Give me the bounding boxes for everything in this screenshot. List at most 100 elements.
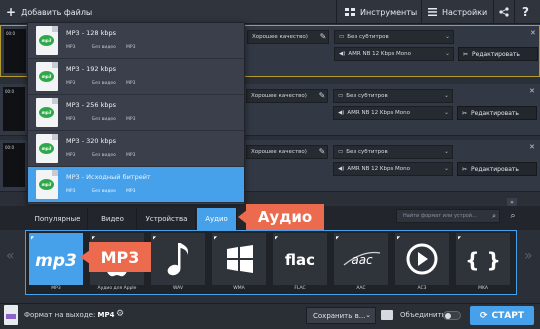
save-to-button[interactable]: Сохранить в... ⌄ (306, 307, 376, 324)
format-search-input[interactable]: Найти формат или устрой... ⌕ (396, 209, 500, 223)
chevron-down-icon: ⌄ (443, 148, 449, 155)
preset-video: Без видео (92, 117, 116, 122)
subtitles-icon: ▭ (338, 93, 344, 99)
edit-label: Редактировать (472, 50, 520, 58)
format-flac[interactable]: ◤ flac (273, 233, 327, 285)
subtitles-select[interactable]: ▭ Без субтитров ⌄ (333, 89, 453, 103)
preset-audio: MP3 (126, 153, 136, 158)
preset-title: MP3 - 192 kbps (66, 65, 117, 73)
preset-audio: MP3 (126, 117, 136, 122)
chevron-down-icon: ⌄ (444, 33, 450, 40)
edit-label: Редактировать (471, 109, 519, 117)
edit-button[interactable]: ✂ Редактировать (458, 47, 538, 61)
format-mp3[interactable]: ◤ mp3 (29, 233, 83, 285)
quality-value: Хорошее качество) (251, 93, 307, 99)
preset-item[interactable]: mp3 MP3 - 256 kbps MP3 Без видео MP3 (28, 95, 244, 131)
mp3-file-icon: mp3 (36, 62, 58, 91)
scroll-right-icon[interactable]: » (524, 248, 533, 264)
share-icon (499, 7, 509, 17)
output-label: Формат на выходе: (24, 311, 96, 319)
close-icon[interactable]: ✕ (529, 87, 535, 95)
help-icon: ? (522, 5, 529, 19)
format-ac3[interactable]: ◤ (395, 233, 449, 285)
tab-audio[interactable]: Аудио (197, 208, 237, 230)
find-device-icon[interactable]: ⌕ (506, 209, 520, 223)
preset-item-selected[interactable]: mp3 MP3 - Исходный битрейт MP3 Без видео… (28, 167, 244, 203)
mp3-glyph-icon: mp3 (35, 251, 77, 271)
preset-audio: MP3 (126, 189, 136, 194)
merge-toggle[interactable] (443, 311, 461, 320)
corner-marker-icon: ◤ (31, 235, 35, 240)
pencil-icon[interactable]: ✎ (316, 89, 328, 101)
audio-callout: Аудио (246, 204, 324, 230)
tools-icon (345, 7, 355, 17)
preset-item[interactable]: mp3 MP3 - 192 kbps MP3 Без видео MP3 (28, 59, 244, 95)
start-button[interactable]: ⟳ СТАРТ (470, 306, 534, 325)
mp3-glyph: mp3 (35, 251, 77, 271)
chevron-down-icon: ⌄ (365, 311, 371, 319)
scroll-left-icon[interactable]: « (6, 248, 15, 264)
help-button[interactable]: ? (522, 2, 529, 22)
duration-label: 00:0 (5, 145, 14, 150)
share-button[interactable] (499, 2, 509, 22)
plus-icon: + (6, 5, 17, 19)
preset-item[interactable]: mp3 MP3 - 128 kbps MP3 Без видео MP3 (28, 23, 244, 59)
format-wma[interactable]: ◤ (212, 233, 266, 285)
audio-track-select[interactable]: ◀) AMR NB 12 Kbps Mono ⌄ (333, 106, 453, 120)
folder-icon[interactable] (381, 310, 393, 320)
aac-glyph: aac (351, 253, 373, 267)
scissors-icon: ✂ (462, 109, 468, 117)
chevron-down-icon: ⌄ (444, 50, 450, 57)
corner-marker-icon: ◤ (153, 235, 157, 240)
tab-devices[interactable]: Устройства (138, 208, 196, 230)
close-icon[interactable]: ✕ (529, 143, 535, 151)
corner-marker-icon: ◤ (458, 235, 462, 240)
format-mka[interactable]: ◤ { } (456, 233, 510, 285)
format-label: WMA (233, 286, 245, 291)
preset-item[interactable]: mp3 MP3 - 320 kbps MP3 Без видео MP3 (28, 131, 244, 167)
collapse-panel-icon[interactable]: » (507, 198, 517, 206)
play-circle-icon (406, 243, 438, 275)
audio-track-select[interactable]: ◀) AMR NB 12 Kbps Mono ⌄ (333, 162, 453, 176)
format-label: FLAC (294, 286, 306, 291)
matroska-icon: { } (465, 248, 500, 272)
edit-button[interactable]: ✂ Редактировать (457, 106, 537, 120)
settings-button[interactable]: Настройки (428, 2, 487, 22)
mp3-callout: MP3 (89, 242, 151, 272)
audio-track-value: AMR NB 12 Kbps Mono (348, 51, 412, 57)
close-icon[interactable]: ✕ (530, 29, 536, 37)
preset-container: MP3 (66, 189, 76, 194)
subtitles-select[interactable]: ▭ Без субтитров ⌄ (334, 30, 454, 44)
preset-container: MP3 (66, 81, 76, 86)
add-files-button[interactable]: + Добавить файлы (6, 2, 92, 22)
save-to-label: Сохранить в... (313, 311, 366, 320)
preset-video: Без видео (92, 45, 116, 50)
tab-popular[interactable]: Популярные (28, 208, 88, 230)
subtitles-select[interactable]: ▭ Без субтитров ⌄ (333, 145, 453, 159)
tab-video[interactable]: Видео (89, 208, 137, 230)
format-label: AAC (356, 286, 366, 291)
speaker-icon: ◀) (339, 51, 346, 57)
preset-video: Без видео (92, 81, 116, 86)
tools-button[interactable]: Инструменты (345, 2, 417, 22)
preset-container: MP3 (66, 45, 76, 50)
audio-track-select[interactable]: ◀) AMR NB 12 Kbps Mono ⌄ (334, 47, 454, 61)
aac-glyph-icon: aac (343, 251, 381, 267)
format-label: AC3 (417, 286, 427, 291)
chevron-down-icon: ⌄ (443, 165, 449, 172)
preset-title: MP3 - 320 kbps (66, 137, 117, 145)
pencil-icon[interactable]: ✎ (316, 145, 328, 157)
format-aac[interactable]: ◤ aac (334, 233, 388, 285)
gear-icon[interactable]: ⚙ (116, 309, 124, 319)
toolbar-divider (493, 0, 494, 24)
quality-value: Хорошее качество) (251, 149, 307, 155)
pencil-icon[interactable]: ✎ (317, 30, 329, 42)
chevron-down-icon: ⌄ (443, 109, 449, 116)
flac-glyph-icon: flac (285, 251, 315, 269)
format-wav[interactable]: ◤ (151, 233, 205, 285)
preset-title: MP3 - 128 kbps (66, 29, 117, 37)
callout-pointer-icon (238, 210, 247, 224)
edit-button[interactable]: ✂ Редактировать (457, 162, 537, 176)
search-placeholder: Найти формат или устрой... (403, 213, 477, 219)
corner-marker-icon: ◤ (397, 235, 401, 240)
